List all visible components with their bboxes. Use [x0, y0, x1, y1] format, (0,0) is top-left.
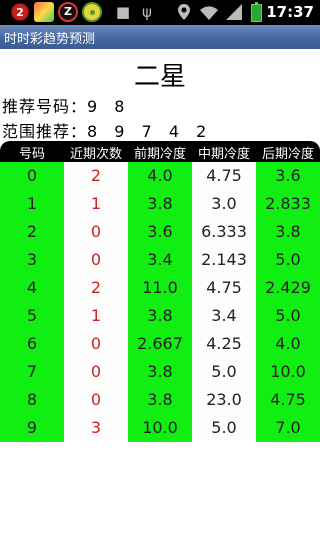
recommend-value: 9 8 — [87, 97, 131, 116]
status-bar: 2 Z ■ ψ 17:37 — [0, 0, 320, 25]
range-line: 范围推荐：8 9 7 4 2 — [2, 118, 212, 142]
table-cell: 5.0 — [275, 250, 301, 269]
table-cell: 8 — [26, 390, 38, 409]
table-cell: 1 — [90, 194, 102, 213]
table-cell: 0 — [90, 390, 102, 409]
signal-icon — [226, 4, 242, 20]
gps-icon — [178, 4, 190, 20]
notification-count: 2 — [16, 6, 24, 19]
table-cell: 3.8 — [275, 222, 301, 241]
table-cell: 5.0 — [211, 362, 237, 381]
column-recent-count: 2 1 0 0 2 1 0 0 0 3 — [64, 162, 128, 442]
table-cell: 4.75 — [206, 278, 242, 297]
table-cell: 0 — [90, 334, 102, 353]
table-cell: 2.667 — [137, 334, 183, 353]
battery-icon — [251, 2, 262, 22]
table-cell: 3 — [90, 418, 102, 437]
column-mid-coldness: 4.75 3.0 6.333 2.143 4.75 3.4 4.25 5.0 23.0 5.0 — [192, 162, 256, 442]
table-header: 号码 近期次数 前期冷度 中期冷度 后期冷度 — [0, 141, 320, 162]
table-cell: 2.429 — [265, 278, 311, 297]
header-early-coldness: 前期冷度 — [133, 147, 186, 162]
table-cell: 2 — [90, 278, 102, 297]
table-cell: 6 — [26, 334, 38, 353]
table-cell: 1 — [90, 306, 102, 325]
table-cell: 3.8 — [147, 390, 173, 409]
table-cell: 3.4 — [147, 250, 173, 269]
header-late-coldness: 后期冷度 — [261, 147, 314, 162]
table-cell: 4.25 — [206, 334, 242, 353]
usb-icon: ψ — [142, 3, 152, 21]
range-value: 8 9 7 4 2 — [87, 122, 213, 141]
table-cell: 3.0 — [211, 194, 237, 213]
table-cell: 11.0 — [142, 278, 178, 297]
table-cell: 2 — [26, 222, 38, 241]
table-cell: 10.0 — [142, 418, 178, 437]
app-icon[interactable] — [34, 2, 54, 22]
data-table: 0 1 2 3 4 5 6 7 8 9 2 1 0 0 2 1 0 0 0 3 4.0 3.8 3.6 3.4 11.0 3.… — [0, 162, 320, 442]
notification-badge-icon[interactable]: 2 — [11, 3, 29, 21]
column-early-coldness: 4.0 3.8 3.6 3.4 11.0 3.8 2.667 3.8 3.8 10.0 — [128, 162, 192, 442]
column-late-coldness: 3.6 2.833 3.8 5.0 2.429 5.0 4.0 10.0 4.75 7.0 — [256, 162, 320, 442]
table-cell: 4.75 — [270, 390, 306, 409]
app-title: 时时彩趋势预测 — [4, 32, 96, 47]
table-cell: 23.0 — [206, 390, 242, 409]
table-cell: 2.143 — [201, 250, 247, 269]
table-cell: 9 — [26, 418, 38, 437]
wifi-icon — [200, 6, 218, 20]
table-cell: 1 — [26, 194, 38, 213]
table-cell: 2.833 — [265, 194, 311, 213]
z-app-icon[interactable]: Z — [58, 2, 78, 22]
table-cell: 4.75 — [206, 166, 242, 185]
table-cell: 5.0 — [275, 306, 301, 325]
table-cell: 3.6 — [147, 222, 173, 241]
recommend-label: 推荐号码： — [2, 97, 88, 116]
table-cell: 10.0 — [270, 362, 306, 381]
table-cell: 0 — [90, 222, 102, 241]
table-cell: 4.0 — [275, 334, 301, 353]
table-cell: 0 — [90, 362, 102, 381]
range-label: 范围推荐： — [2, 122, 88, 141]
recommend-line: 推荐号码：9 8 — [2, 93, 130, 117]
table-cell: 0 — [26, 166, 38, 185]
table-cell: 5 — [26, 306, 38, 325]
table-cell: 4.0 — [147, 166, 173, 185]
table-cell: 3.8 — [147, 362, 173, 381]
table-cell: 3.4 — [211, 306, 237, 325]
table-cell: 3.6 — [275, 166, 301, 185]
table-cell: 3 — [26, 250, 38, 269]
table-cell: 3.8 — [147, 306, 173, 325]
table-cell: 3.8 — [147, 194, 173, 213]
app-icon[interactable] — [82, 2, 102, 22]
header-recent-count: 近期次数 — [69, 147, 122, 162]
table-cell: 7 — [26, 362, 38, 381]
table-cell: 4 — [26, 278, 38, 297]
table-cell: 0 — [90, 250, 102, 269]
table-cell: 7.0 — [275, 418, 301, 437]
table-cell: 6.333 — [201, 222, 247, 241]
clock-time: 17:37 — [266, 3, 314, 21]
header-number: 号码 — [18, 147, 45, 162]
android-icon: ■ — [115, 3, 131, 21]
header-mid-coldness: 中期冷度 — [197, 147, 250, 162]
page-heading: 二星 — [133, 62, 186, 92]
column-number: 0 1 2 3 4 5 6 7 8 9 — [0, 162, 64, 442]
table-cell: 2 — [90, 166, 102, 185]
table-cell: 5.0 — [211, 418, 237, 437]
app-title-bar: 时时彩趋势预测 — [0, 25, 320, 49]
